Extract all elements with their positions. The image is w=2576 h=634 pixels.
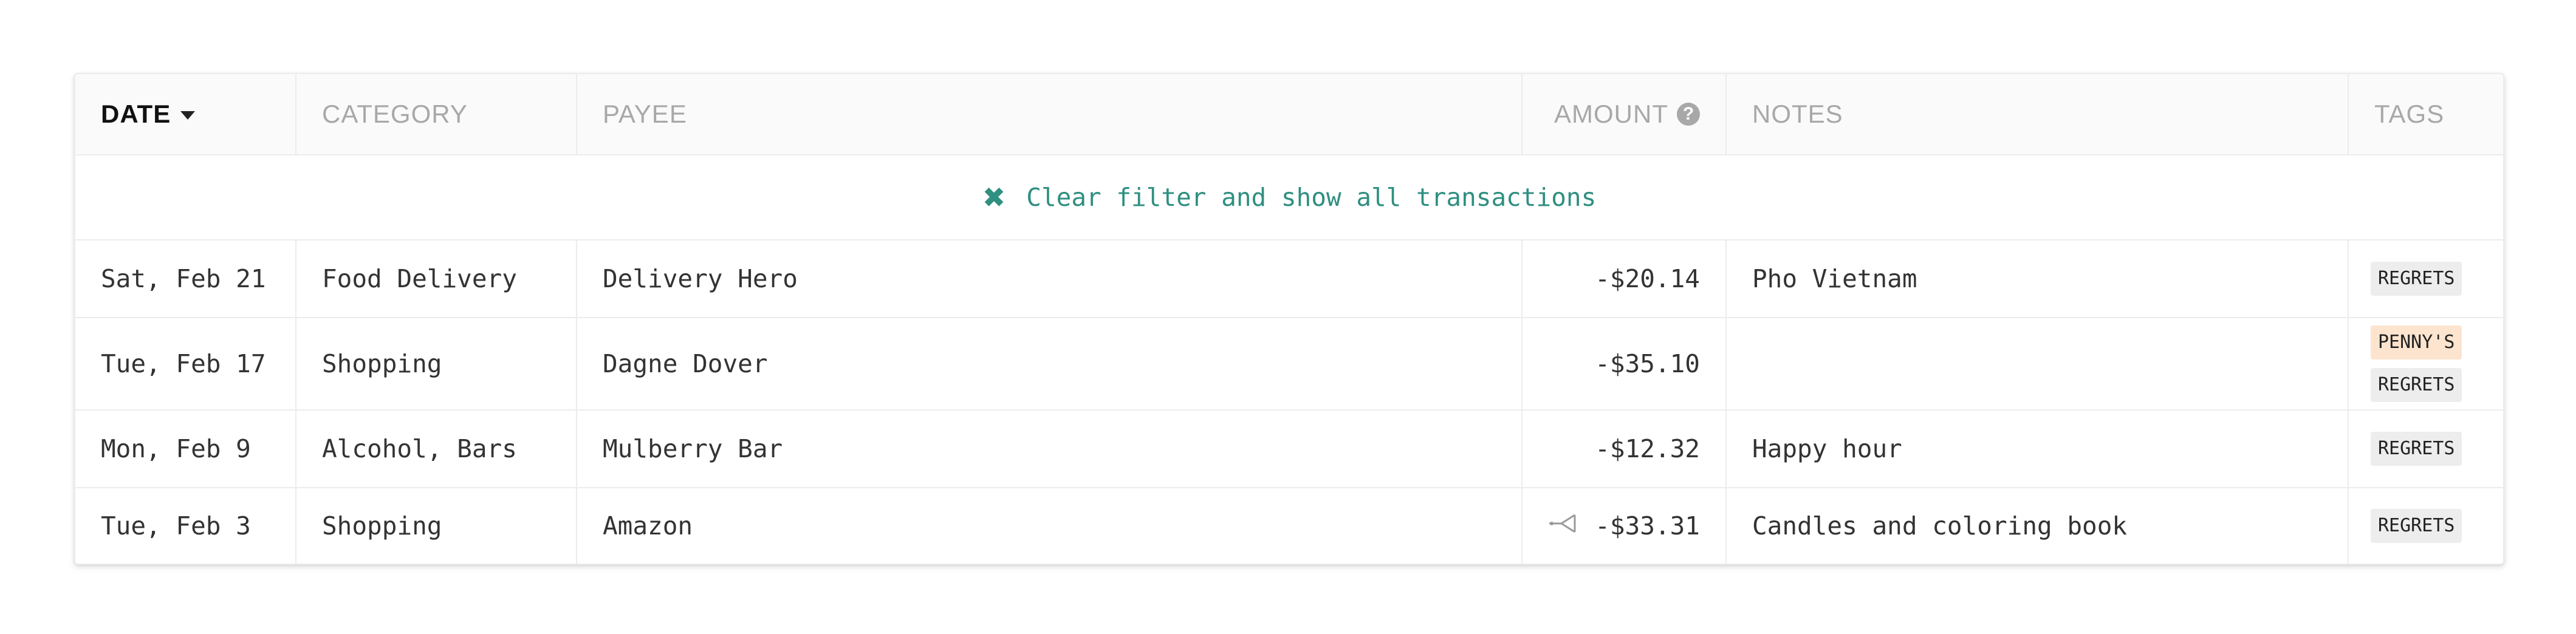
tag-badge[interactable]: REGRETS [2371, 509, 2462, 543]
cell-payee: Mulberry Bar [577, 411, 1523, 488]
column-header-date[interactable]: DATE [75, 74, 296, 155]
cell-tags: REGRETS [2349, 240, 2503, 318]
table-header: DATE CATEGORY PAYEE AMOUNT ? NOTES TAGS [75, 74, 2503, 155]
cell-category: Alcohol, Bars [296, 411, 577, 488]
amount-value: -$33.31 [1595, 511, 1700, 540]
help-icon[interactable]: ? [1677, 103, 1700, 126]
clear-filter-button[interactable]: ✖ Clear filter and show all transactions [75, 155, 2503, 240]
cell-amount: -$35.10 [1523, 318, 1727, 411]
cell-amount: -$20.14 [1523, 240, 1727, 318]
split-transaction-icon-svg [1549, 514, 1576, 533]
clear-filter-label: Clear filter and show all transactions [1026, 183, 1597, 212]
cell-notes [1727, 318, 2349, 411]
tag-badge[interactable]: REGRETS [2371, 368, 2462, 402]
sort-caret-icon [180, 111, 196, 120]
table-row[interactable]: Mon, Feb 9 Alcohol, Bars Mulberry Bar -$… [75, 411, 2503, 488]
cell-notes: Happy hour [1727, 411, 2349, 488]
column-header-notes-label: NOTES [1752, 100, 1843, 128]
amount-value: -$12.32 [1595, 434, 1700, 463]
table-row[interactable]: Tue, Feb 17 Shopping Dagne Dover -$35.10… [75, 318, 2503, 411]
column-header-date-label: DATE [101, 100, 171, 128]
tag-badge[interactable]: PENNY'S [2371, 326, 2462, 360]
cell-date: Tue, Feb 17 [75, 318, 296, 411]
column-header-category-label: CATEGORY [322, 100, 468, 128]
cell-date: Mon, Feb 9 [75, 411, 296, 488]
cell-payee: Amazon [577, 488, 1523, 564]
column-header-payee-label: PAYEE [603, 100, 687, 128]
transactions-table: DATE CATEGORY PAYEE AMOUNT ? NOTES TAGS … [74, 73, 2504, 565]
cell-amount: -$12.32 [1523, 411, 1727, 488]
cell-notes: Pho Vietnam [1727, 240, 2349, 318]
cell-payee: Dagne Dover [577, 318, 1523, 411]
cell-date: Tue, Feb 3 [75, 488, 296, 564]
cell-category: Shopping [296, 488, 577, 564]
close-icon: ✖ [982, 181, 1006, 214]
cell-payee: Delivery Hero [577, 240, 1523, 318]
cell-date: Sat, Feb 21 [75, 240, 296, 318]
cell-amount: -$33.31 [1523, 488, 1727, 564]
split-transaction-icon[interactable] [1548, 510, 1580, 542]
table-row[interactable]: Tue, Feb 3 Shopping Amazon -$33.31 Candl… [75, 488, 2503, 564]
tag-badge[interactable]: REGRETS [2371, 432, 2462, 466]
cell-tags: PENNY'S REGRETS [2349, 318, 2503, 411]
column-header-payee[interactable]: PAYEE [577, 74, 1523, 155]
cell-tags: REGRETS [2349, 488, 2503, 564]
table-row[interactable]: Sat, Feb 21 Food Delivery Delivery Hero … [75, 240, 2503, 318]
cell-notes: Candles and coloring book [1727, 488, 2349, 564]
amount-value: -$35.10 [1595, 349, 1700, 378]
column-header-tags[interactable]: TAGS [2349, 74, 2503, 155]
column-header-amount-label: AMOUNT [1554, 100, 1668, 128]
column-header-tags-label: TAGS [2374, 100, 2445, 128]
amount-value: -$20.14 [1595, 264, 1700, 293]
column-header-category[interactable]: CATEGORY [296, 74, 577, 155]
column-header-amount[interactable]: AMOUNT ? [1523, 74, 1727, 155]
cell-category: Shopping [296, 318, 577, 411]
cell-tags: REGRETS [2349, 411, 2503, 488]
tag-badge[interactable]: REGRETS [2371, 262, 2462, 296]
cell-category: Food Delivery [296, 240, 577, 318]
column-header-notes[interactable]: NOTES [1727, 74, 2349, 155]
